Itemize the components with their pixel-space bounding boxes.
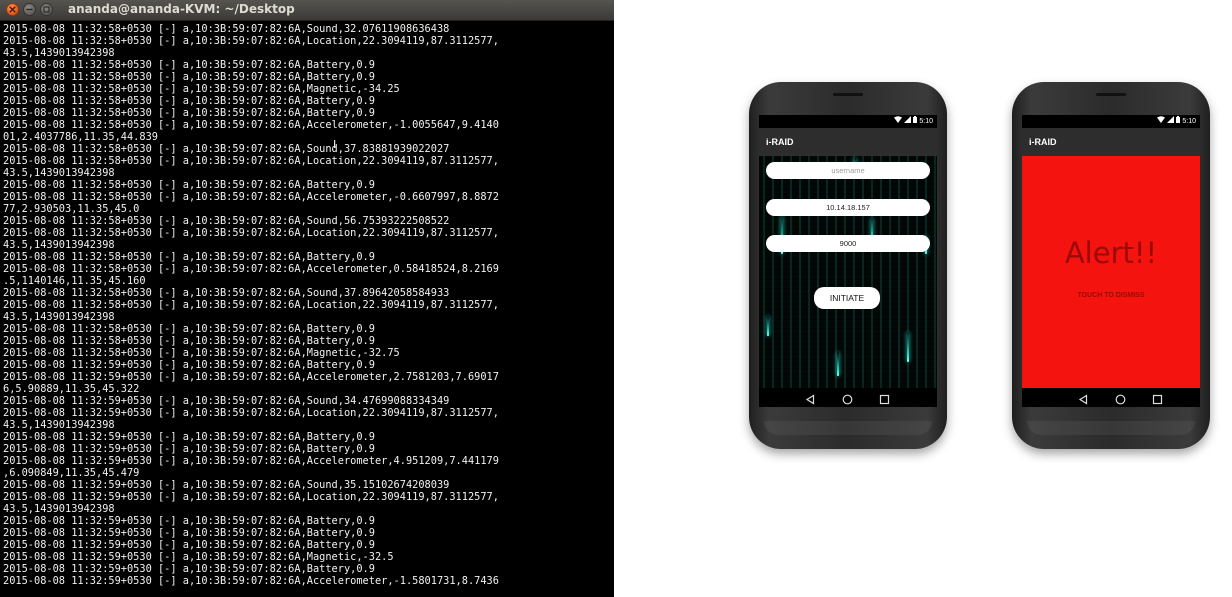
terminal-line: 6,5.90889,11.35,45.322 [3,383,140,395]
phone-screen-alert: 5:10 i-RAID Alert!! TOUCH TO DISMISS [1022,115,1200,407]
terminal-line: 2015-08-08 11:32:59+0530 [-] a,10:3B:59:… [3,491,499,503]
terminal-line: 2015-08-08 11:32:58+0530 [-] a,10:3B:59:… [3,323,375,335]
terminal-line: 2015-08-08 11:32:58+0530 [-] a,10:3B:59:… [3,119,499,131]
terminal-line: 2015-08-08 11:32:58+0530 [-] a,10:3B:59:… [3,59,375,71]
terminal-line: 2015-08-08 11:32:59+0530 [-] a,10:3B:59:… [3,575,499,587]
back-icon[interactable] [1077,391,1090,405]
terminal-line: 2015-08-08 11:32:58+0530 [-] a,10:3B:59:… [3,71,375,83]
terminal-output[interactable]: 2015-08-08 11:32:58+0530 [-] a,10:3B:59:… [3,23,614,597]
maximize-icon [43,6,50,13]
recent-apps-icon[interactable] [878,391,891,405]
matrix-streak [767,316,769,336]
terminal-line: 2015-08-08 11:32:58+0530 [-] a,10:3B:59:… [3,287,450,299]
terminal-line: 01,2.4037786,11.35,44.839 [3,131,158,143]
terminal-line: 2015-08-08 11:32:58+0530 [-] a,10:3B:59:… [3,107,375,119]
battery-icon [1176,115,1181,128]
minimize-window-button[interactable] [23,3,36,16]
android-nav-bar [759,388,937,407]
terminal-line: 43.5,1439013942398 [3,419,115,431]
home-icon[interactable] [1114,391,1127,405]
touch-to-dismiss-label: TOUCH TO DISMISS [1077,292,1145,299]
terminal-line: .5,1140146,11.35,45.160 [3,275,146,287]
earpiece [833,93,863,96]
signal-icon [904,115,912,128]
terminal-line: 2015-08-08 11:32:58+0530 [-] a,10:3B:59:… [3,263,499,275]
terminal-line: 2015-08-08 11:32:58+0530 [-] a,10:3B:59:… [3,251,375,263]
terminal-line: 2015-08-08 11:32:59+0530 [-] a,10:3B:59:… [3,407,499,419]
terminal-line: 2015-08-08 11:32:58+0530 [-] a,10:3B:59:… [3,227,499,239]
minimize-icon [26,8,33,11]
terminal-line: 2015-08-08 11:32:59+0530 [-] a,10:3B:59:… [3,443,375,455]
terminal-line: 2015-08-08 11:32:58+0530 [-] a,10:3B:59:… [3,335,375,347]
terminal-line: 43.5,1439013942398 [3,503,115,515]
initiate-button[interactable]: INITIATE [814,287,880,309]
wifi-icon [1157,115,1166,128]
status-bar: 5:10 [759,115,937,128]
earpiece [1096,93,1126,96]
port-input[interactable]: 9000 [766,235,930,252]
terminal-line: 2015-08-08 11:32:59+0530 [-] a,10:3B:59:… [3,371,499,383]
terminal-line: 2015-08-08 11:32:58+0530 [-] a,10:3B:59:… [3,83,400,95]
terminal-line: ,6.090849,11.35,45.479 [3,467,140,479]
terminal-titlebar[interactable]: ananda@ananda-KVM: ~/Desktop [0,0,614,21]
terminal-line: 2015-08-08 11:32:59+0530 [-] a,10:3B:59:… [3,551,394,563]
terminal-line: 2015-08-08 11:32:59+0530 [-] a,10:3B:59:… [3,431,375,443]
back-icon[interactable] [804,391,817,405]
terminal-line: 2015-08-08 11:32:59+0530 [-] a,10:3B:59:… [3,539,375,551]
status-bar: 5:10 [1022,115,1200,128]
terminal-line: 2015-08-08 11:32:59+0530 [-] a,10:3B:59:… [3,527,375,539]
alert-dismiss-area[interactable]: Alert!! TOUCH TO DISMISS [1022,156,1200,388]
terminal-line: 2015-08-08 11:32:59+0530 [-] a,10:3B:59:… [3,515,375,527]
terminal-line: 2015-08-08 11:32:58+0530 [-] a,10:3B:59:… [3,347,400,359]
terminal-line: 43.5,1439013942398 [3,239,115,251]
terminal-line: 2015-08-08 11:32:59+0530 [-] a,10:3B:59:… [3,563,375,575]
terminal-line: 2015-08-08 11:32:58+0530 [-] a,10:3B:59:… [3,155,499,167]
app-title: i-RAID [1022,128,1200,156]
wifi-icon [894,115,903,128]
terminal-title: ananda@ananda-KVM: ~/Desktop [68,2,295,16]
android-nav-bar [1022,388,1200,407]
matrix-streak [837,352,839,376]
close-icon [9,6,16,13]
terminal-line: 2015-08-08 11:32:58+0530 [-] a,10:3B:59:… [3,191,499,203]
username-input[interactable]: username [766,162,930,179]
matrix-background: username 10.14.18.157 9000 INITIATE [759,156,937,388]
matrix-streak [907,332,909,362]
terminal-line: 2015-08-08 11:32:58+0530 [-] a,10:3B:59:… [3,95,375,107]
phone-login: 5:10 i-RAID username 10.14.18.157 9000 I… [749,82,947,449]
status-time: 5:10 [919,118,933,125]
signal-icon [1167,115,1175,128]
terminal-line: 43.5,1439013942398 [3,167,115,179]
terminal-line: 2015-08-08 11:32:58+0530 [-] a,10:3B:59:… [3,215,450,227]
mouse-cursor-ibeam: I [333,138,337,151]
home-icon[interactable] [841,391,854,405]
battery-icon [913,115,918,128]
terminal-line: 2015-08-08 11:32:58+0530 [-] a,10:3B:59:… [3,299,499,311]
terminal-line: 2015-08-08 11:32:58+0530 [-] a,10:3B:59:… [3,23,450,35]
terminal-line: 2015-08-08 11:32:58+0530 [-] a,10:3B:59:… [3,179,375,191]
terminal-line: 43.5,1439013942398 [3,47,115,59]
close-window-button[interactable] [6,3,19,16]
phone-alert: 5:10 i-RAID Alert!! TOUCH TO DISMISS [1012,82,1210,449]
status-time: 5:10 [1182,118,1196,125]
app-title: i-RAID [759,128,937,156]
terminal-line: 2015-08-08 11:32:59+0530 [-] a,10:3B:59:… [3,395,450,407]
maximize-window-button[interactable] [40,3,53,16]
terminal-line: 43.5,1439013942398 [3,311,115,323]
alert-title: Alert!! [1064,236,1158,270]
terminal-line: 2015-08-08 11:32:59+0530 [-] a,10:3B:59:… [3,359,375,371]
terminal-line: 2015-08-08 11:32:58+0530 [-] a,10:3B:59:… [3,35,499,47]
terminal-line: 2015-08-08 11:32:59+0530 [-] a,10:3B:59:… [3,479,450,491]
terminal-line: 2015-08-08 11:32:59+0530 [-] a,10:3B:59:… [3,455,499,467]
terminal-line: 77,2.930503,11.35,45.0 [3,203,140,215]
terminal-window[interactable]: ananda@ananda-KVM: ~/Desktop 2015-08-08 … [0,0,614,597]
ip-address-input[interactable]: 10.14.18.157 [766,199,930,216]
terminal-line: 2015-08-08 11:32:58+0530 [-] a,10:3B:59:… [3,143,450,155]
phone-screen-login: 5:10 i-RAID username 10.14.18.157 9000 I… [759,115,937,407]
recent-apps-icon[interactable] [1151,391,1164,405]
